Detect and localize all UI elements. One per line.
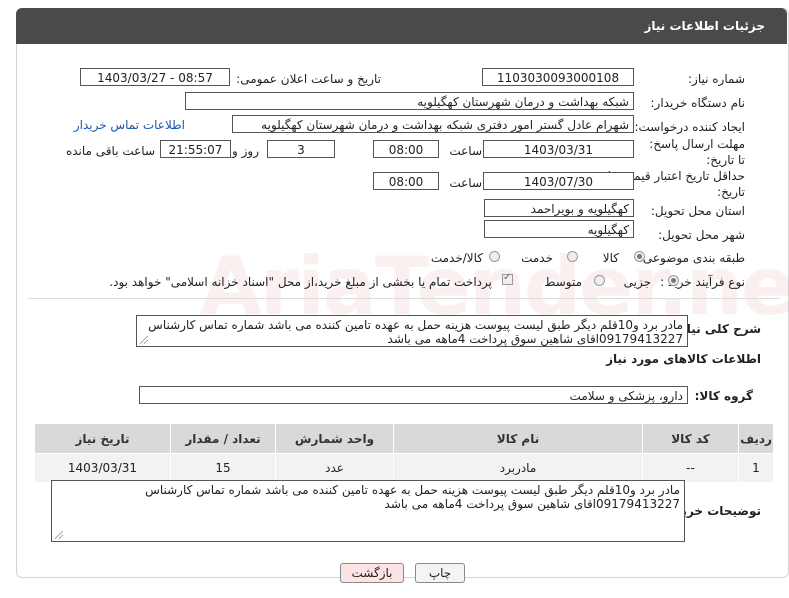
cell-need-date: 1403/03/31 <box>34 453 171 483</box>
process-option-medium: متوسط <box>544 275 582 289</box>
buyer-org-label: نام دستگاه خریدار: <box>650 96 746 110</box>
category-option-goods: کالا <box>602 251 619 265</box>
deadline-time-field: 08:00 <box>373 140 439 158</box>
deadline-date-field: 1403/03/31 <box>483 140 634 158</box>
description-textarea[interactable]: مادر برد و10قلم دیگر طبق لیست پیوست هزین… <box>136 315 688 347</box>
days-remaining-field: 3 <box>267 140 335 158</box>
print-button[interactable]: چاپ <box>415 563 465 583</box>
buyer-notes-textarea[interactable]: مادر برد و10قلم دیگر طبق لیست پیوست هزین… <box>51 480 685 542</box>
province-field: کهگیلویه و بویراحمد <box>484 199 634 217</box>
creator-label: ایجاد کننده درخواست: <box>634 120 745 134</box>
deadline-time-label: ساعت <box>449 144 482 158</box>
goods-group-label: گروه کالا: <box>694 389 753 403</box>
col-name: نام کالا <box>393 423 643 454</box>
time-remaining-field: 21:55:07 <box>160 140 231 158</box>
creator-field: شهرام عادل گستر امور دفتری شبکه بهداشت و… <box>232 115 634 133</box>
deadline-label: مهلت ارسال پاسخ: تا تاریخ: <box>649 137 745 167</box>
col-quantity: تعداد / مقدار <box>170 423 276 454</box>
treasury-payment-checkbox[interactable] <box>502 272 513 285</box>
goods-group-field: دارو، پزشکی و سلامت <box>139 386 688 404</box>
announce-label: تاریخ و ساعت اعلان عمومی: <box>236 72 381 86</box>
page-title: جزئیات اطلاعات نیاز <box>644 19 765 33</box>
resize-handle-icon[interactable] <box>55 531 63 539</box>
validity-time-field: 08:00 <box>373 172 439 190</box>
process-radio-minor[interactable] <box>668 275 679 286</box>
col-code: کد کالا <box>642 423 739 454</box>
cell-row: 1 <box>738 453 774 483</box>
time-remaining-label: ساعت باقی مانده <box>65 144 155 158</box>
table-header-row: ردیف کد کالا نام کالا واحد شمارش تعداد /… <box>34 423 774 454</box>
description-text: مادر برد و10قلم دیگر طبق لیست پیوست هزین… <box>148 318 683 346</box>
cell-code: -- <box>642 453 739 483</box>
buyer-org-field: شبکه بهداشت و درمان شهرستان کهگیلویه <box>185 92 634 110</box>
cell-unit: عدد <box>275 453 394 483</box>
city-label: شهر محل تحویل: <box>658 228 745 242</box>
process-option-minor: جزیی <box>623 275 651 289</box>
category-radio-goods-service[interactable] <box>489 251 500 262</box>
resize-handle-icon[interactable] <box>140 336 148 344</box>
cell-quantity: 15 <box>170 453 276 483</box>
days-label: روز و <box>232 144 259 158</box>
category-label: طبقه بندی موضوعی: <box>638 251 745 265</box>
goods-section-title: اطلاعات کالاهای مورد نیاز <box>606 352 761 366</box>
buyer-contact-link[interactable]: اطلاعات تماس خریدار <box>74 118 185 132</box>
need-number-field: 1103030093000108 <box>482 68 634 86</box>
validity-date-field: 1403/07/30 <box>483 172 634 190</box>
col-need-date: تاریخ نیاز <box>34 423 171 454</box>
category-radio-goods[interactable] <box>634 251 645 262</box>
need-number-label: شماره نیاز: <box>688 72 745 86</box>
back-button[interactable]: بازگشت <box>340 563 404 583</box>
category-option-goods-service: کالا/خدمت <box>430 251 483 265</box>
province-label: استان محل تحویل: <box>650 204 745 218</box>
cell-name: مادربرد <box>393 453 643 483</box>
table-row: 1 -- مادربرد عدد 15 1403/03/31 <box>34 453 774 483</box>
announce-field: 1403/03/27 - 08:57 <box>80 68 230 86</box>
process-radio-medium[interactable] <box>594 275 605 286</box>
validity-time-label: ساعت <box>449 176 482 190</box>
col-unit: واحد شمارش <box>275 423 394 454</box>
col-row: ردیف <box>738 423 774 454</box>
category-option-service: خدمت <box>521 251 553 265</box>
goods-table: ردیف کد کالا نام کالا واحد شمارش تعداد /… <box>34 423 774 483</box>
buyer-notes-text: مادر برد و10قلم دیگر طبق لیست پیوست هزین… <box>145 483 680 511</box>
treasury-payment-note: پرداخت تمام یا بخشی از مبلغ خرید،از محل … <box>109 275 492 289</box>
category-radio-service[interactable] <box>567 251 578 262</box>
city-field: کهگیلویه <box>484 220 634 238</box>
